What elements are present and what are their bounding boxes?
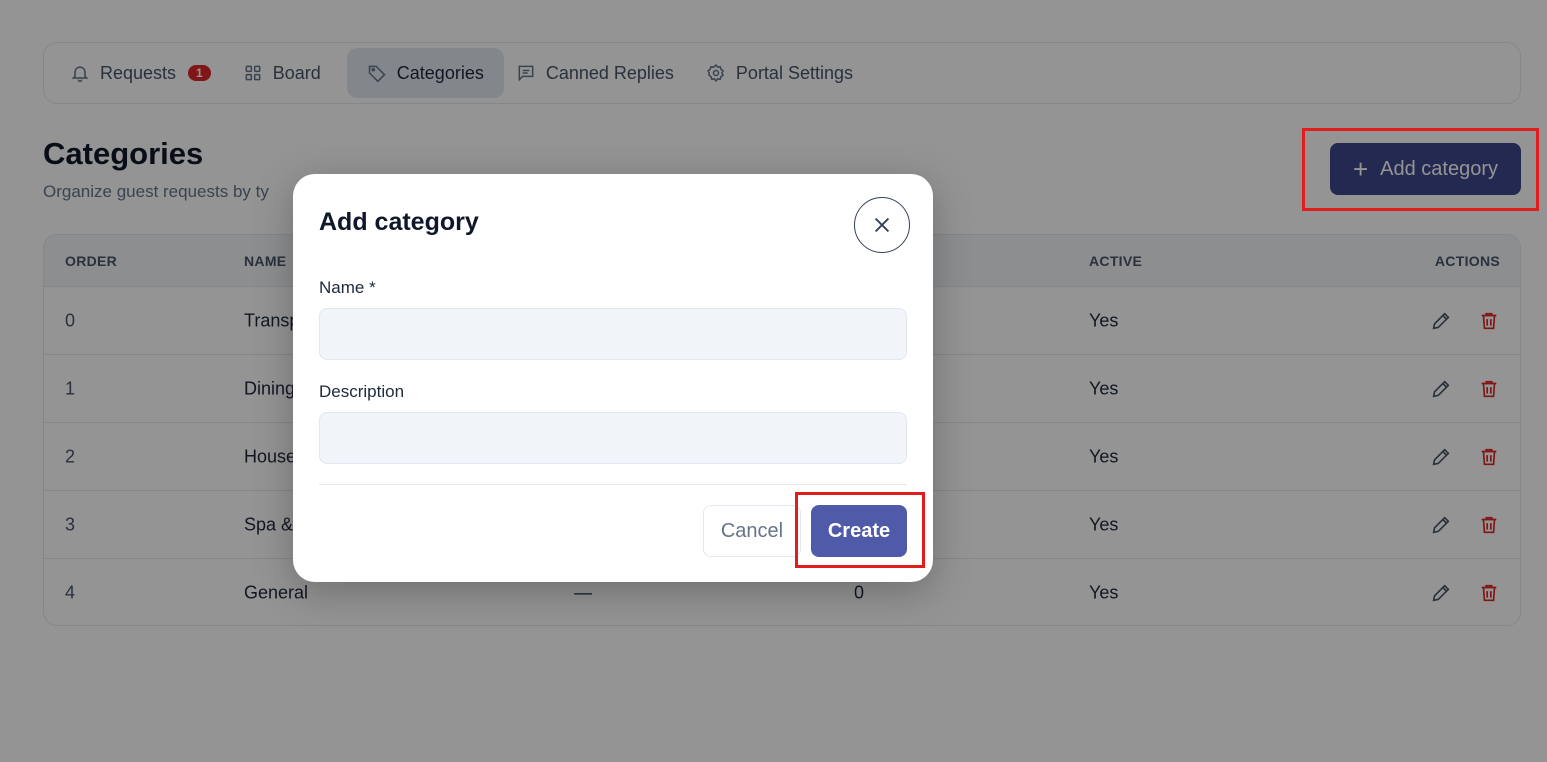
close-button[interactable] bbox=[854, 197, 910, 253]
description-input[interactable] bbox=[319, 412, 907, 464]
dialog-divider bbox=[319, 484, 907, 485]
name-label: Name * bbox=[319, 278, 376, 297]
cancel-button[interactable]: Cancel bbox=[703, 505, 801, 557]
dialog-title: Add category bbox=[319, 208, 479, 236]
description-label: Description bbox=[319, 382, 405, 401]
highlight-box-add-category bbox=[1302, 128, 1539, 211]
highlight-box-create bbox=[795, 492, 925, 568]
close-icon bbox=[874, 217, 890, 233]
name-input[interactable] bbox=[319, 308, 907, 360]
